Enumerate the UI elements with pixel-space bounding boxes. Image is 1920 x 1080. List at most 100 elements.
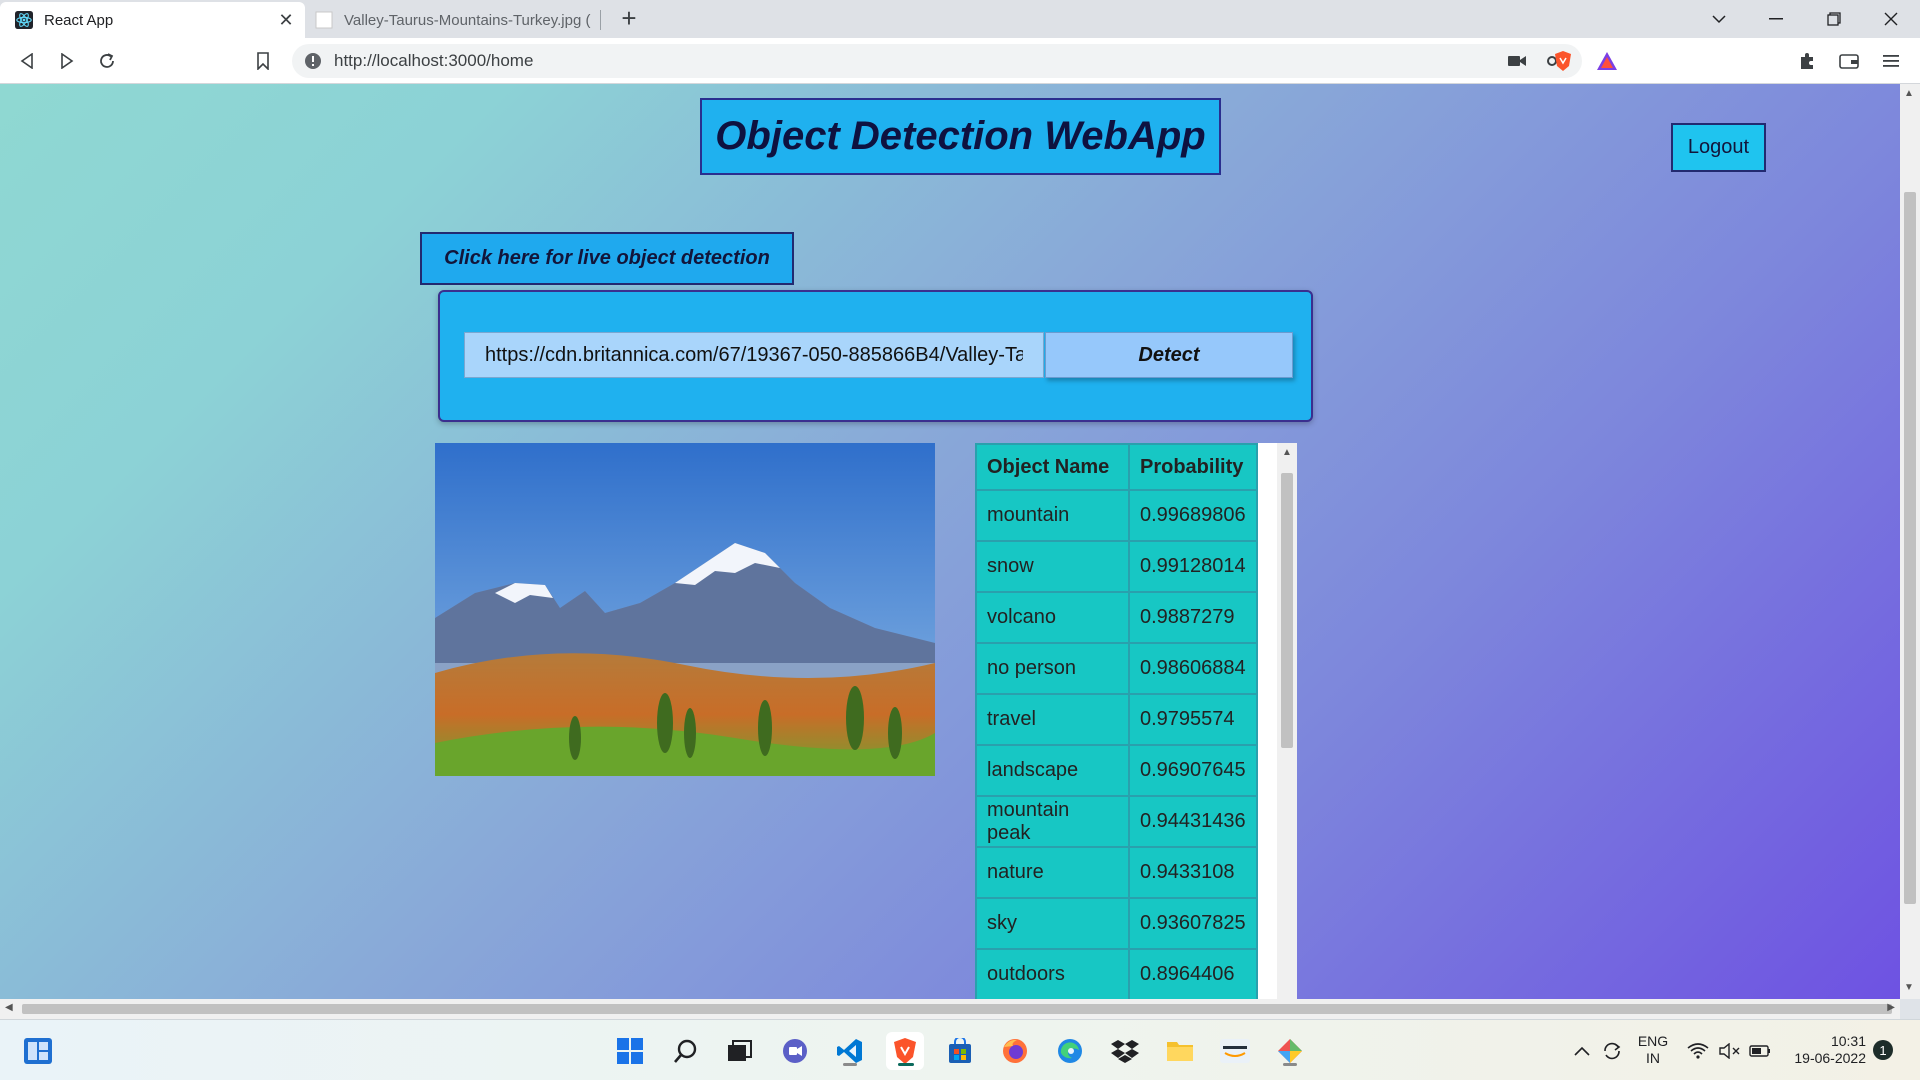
store-icon[interactable] <box>941 1032 979 1070</box>
scroll-left-arrow-icon[interactable]: ◀ <box>5 1002 13 1013</box>
table-row: snow 0.99128014 <box>975 540 1258 593</box>
page-viewport: Object Detection WebApp Logout Click her… <box>0 84 1900 999</box>
table-scrollbar[interactable]: ▲ <box>1277 443 1297 999</box>
table-row: landscape 0.96907645 <box>975 744 1258 797</box>
scroll-thumb[interactable] <box>1281 473 1293 748</box>
tab-react-app[interactable]: React App ✕ <box>0 2 305 38</box>
page-horizontal-scrollbar[interactable]: ◀ ▶ <box>0 999 1900 1019</box>
table-row: travel 0.9795574 <box>975 693 1258 746</box>
page-icon <box>314 10 334 30</box>
probability-cell: 0.94431436 <box>1128 795 1258 848</box>
vscode-icon[interactable] <box>831 1032 869 1070</box>
widgets-icon[interactable] <box>19 1032 57 1070</box>
brave-shield-icon[interactable] <box>1548 46 1578 76</box>
language-code: ENG <box>1637 1033 1669 1049</box>
running-indicator <box>843 1063 857 1066</box>
running-indicator <box>898 1063 914 1066</box>
object-name-cell: mountain <box>975 489 1130 542</box>
new-tab-button[interactable]: + <box>614 4 644 34</box>
clock-time: 10:31 <box>1830 1033 1866 1049</box>
scroll-up-arrow-icon[interactable]: ▲ <box>1282 447 1292 458</box>
edge-icon[interactable] <box>1051 1032 1089 1070</box>
probability-cell: 0.9887279 <box>1128 591 1258 644</box>
results-table-container[interactable]: Object Name Probability mountain 0.996898… <box>975 443 1297 999</box>
page-vertical-scrollbar[interactable]: ▲ ▼ <box>1900 84 1920 999</box>
firefox-icon[interactable] <box>996 1032 1034 1070</box>
close-tab-icon[interactable]: ✕ <box>273 10 299 31</box>
amazon-icon[interactable] <box>1216 1032 1254 1070</box>
close-window-button[interactable] <box>1862 0 1920 38</box>
minimize-button[interactable] <box>1747 0 1805 38</box>
table-row: volcano 0.9887279 <box>975 591 1258 644</box>
table-row: nature 0.9433108 <box>975 846 1258 899</box>
table-row: sky 0.93607825 <box>975 897 1258 950</box>
tab-separator <box>600 10 601 30</box>
probability-cell: 0.93607825 <box>1128 897 1258 950</box>
git-kraken-icon[interactable] <box>1271 1032 1309 1070</box>
back-icon[interactable] <box>12 46 42 76</box>
tab-image[interactable]: Valley-Taurus-Mountains-Turkey.jpg ( <box>310 2 602 38</box>
taskbar: ENG IN 10:31 19-06-2022 1 <box>0 1019 1920 1080</box>
object-name-cell: nature <box>975 846 1130 899</box>
table-row: no person 0.98606884 <box>975 642 1258 695</box>
object-name-cell: travel <box>975 693 1130 746</box>
probability-cell: 0.98606884 <box>1128 642 1258 695</box>
battery-icon[interactable] <box>1748 1041 1772 1061</box>
address-bar[interactable]: http://localhost:3000/home <box>292 44 1582 78</box>
object-name-cell: mountain peak <box>975 795 1130 848</box>
scroll-thumb[interactable] <box>22 1004 1892 1014</box>
scroll-thumb[interactable] <box>1904 192 1916 904</box>
dropbox-icon[interactable] <box>1106 1032 1144 1070</box>
browser-tab-strip: React App ✕ Valley-Taurus-Mountains-Turk… <box>0 0 1920 38</box>
running-indicator <box>1283 1063 1297 1066</box>
brave-rewards-icon[interactable] <box>1592 46 1622 76</box>
start-icon[interactable] <box>611 1032 649 1070</box>
detect-button[interactable]: Detect <box>1045 332 1293 378</box>
object-name-cell: snow <box>975 540 1130 593</box>
notification-badge[interactable]: 1 <box>1873 1040 1893 1060</box>
react-logo-icon <box>14 10 34 30</box>
live-detection-button[interactable]: Click here for live object detection <box>420 232 794 285</box>
search-icon[interactable] <box>667 1032 705 1070</box>
tab-search-icon[interactable] <box>1690 0 1748 38</box>
region-code: IN <box>1646 1050 1660 1066</box>
image-url-input[interactable] <box>464 332 1044 378</box>
url-text: http://localhost:3000/home <box>334 51 534 70</box>
chevron-up-icon[interactable] <box>1570 1041 1594 1061</box>
extensions-icon[interactable] <box>1792 46 1822 76</box>
detection-form: Detect <box>438 290 1313 422</box>
object-name-cell: outdoors <box>975 948 1130 999</box>
clock-date: 19-06-2022 <box>1794 1050 1866 1066</box>
site-info-icon[interactable] <box>296 52 330 70</box>
tab-title: Valley-Taurus-Mountains-Turkey.jpg ( <box>344 11 591 29</box>
reload-icon[interactable] <box>92 46 122 76</box>
language-indicator[interactable]: ENG IN <box>1636 1033 1670 1067</box>
table-row: outdoors 0.8964406 <box>975 948 1258 999</box>
scroll-down-arrow-icon[interactable]: ▼ <box>1904 982 1914 993</box>
menu-icon[interactable] <box>1876 46 1906 76</box>
scroll-up-arrow-icon[interactable]: ▲ <box>1904 88 1914 99</box>
wifi-icon[interactable] <box>1686 1041 1710 1061</box>
sync-icon[interactable] <box>1600 1041 1624 1061</box>
volume-muted-icon[interactable] <box>1718 1041 1742 1061</box>
camera-icon[interactable] <box>1500 46 1534 76</box>
column-header-probability: Probability <box>1128 443 1258 491</box>
task-view-icon[interactable] <box>721 1032 759 1070</box>
results-table: Object Name Probability mountain 0.996898… <box>975 443 1258 999</box>
object-name-cell: volcano <box>975 591 1130 644</box>
chat-icon[interactable] <box>776 1032 814 1070</box>
restore-button[interactable] <box>1805 0 1863 38</box>
logout-button[interactable]: Logout <box>1671 123 1766 172</box>
browser-toolbar: http://localhost:3000/home <box>0 38 1920 84</box>
object-name-cell: landscape <box>975 744 1130 797</box>
brave-browser-icon[interactable] <box>886 1032 924 1070</box>
scroll-right-arrow-icon[interactable]: ▶ <box>1887 1002 1895 1013</box>
clock[interactable]: 10:31 19-06-2022 <box>1782 1033 1866 1067</box>
bookmark-icon[interactable] <box>248 46 278 76</box>
forward-icon[interactable] <box>52 46 82 76</box>
table-header-row: Object Name Probability <box>975 443 1258 491</box>
file-explorer-icon[interactable] <box>1161 1032 1199 1070</box>
probability-cell: 0.99128014 <box>1128 540 1258 593</box>
wallet-icon[interactable] <box>1834 46 1864 76</box>
probability-cell: 0.8964406 <box>1128 948 1258 999</box>
